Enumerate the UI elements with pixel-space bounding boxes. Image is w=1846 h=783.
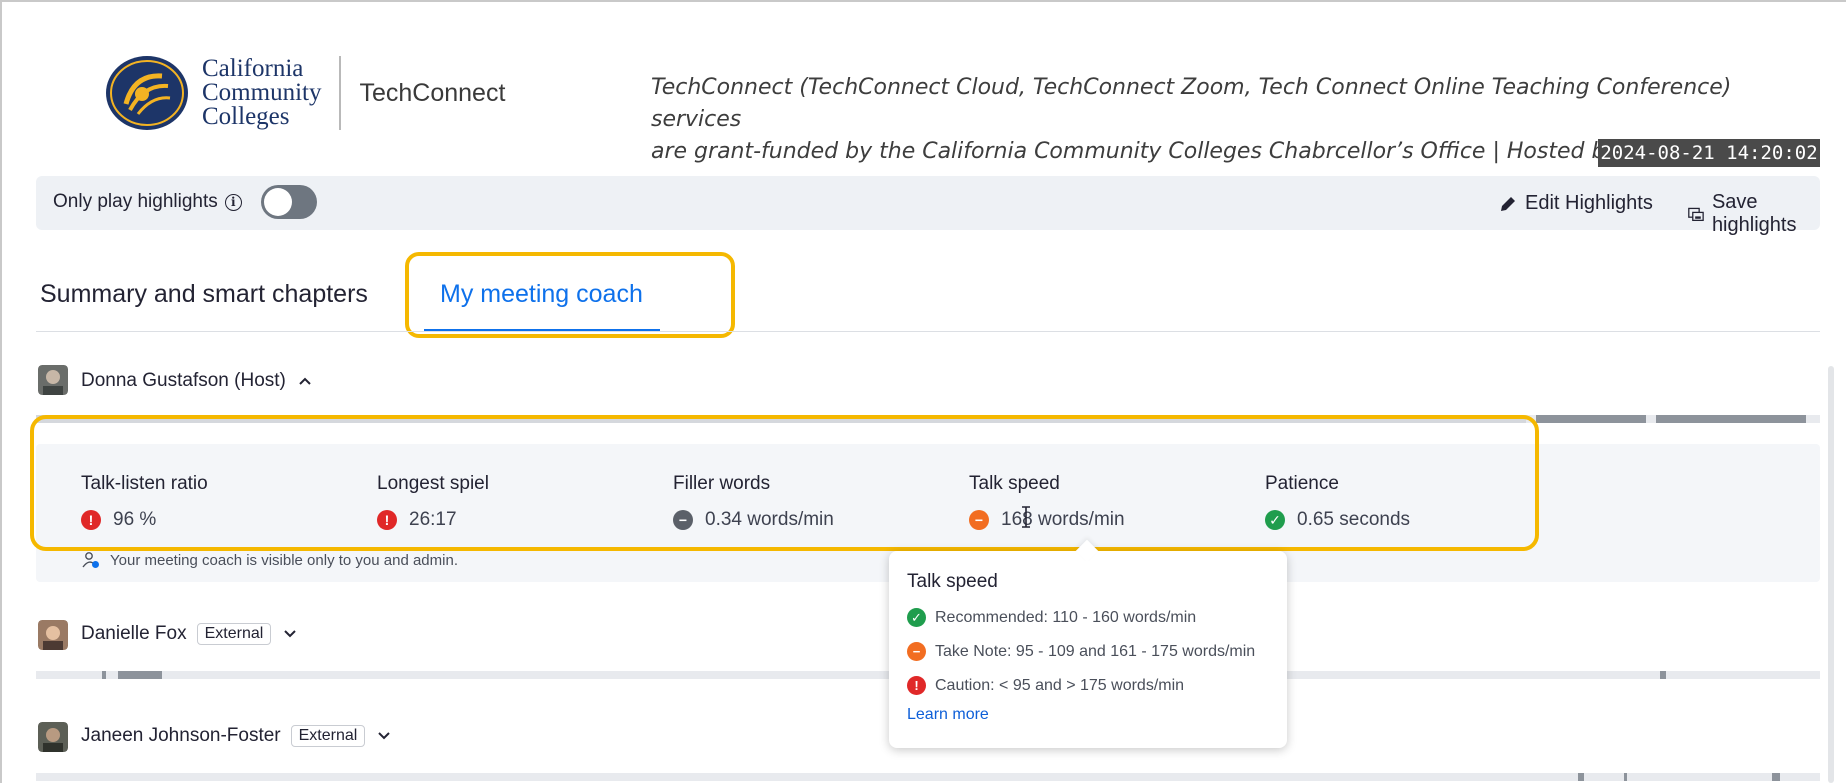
college-seal-icon [106, 56, 188, 130]
chevron-down-icon[interactable] [283, 629, 297, 639]
caution-icon: ! [377, 510, 397, 530]
metric-talk-listen-ratio: Talk-listen ratio ! 96 % [81, 473, 208, 530]
talk-speed-tooltip: Talk speed ✓ Recommended: 110 - 160 word… [889, 539, 1287, 748]
pencil-icon [1501, 196, 1515, 211]
product-name: TechConnect [359, 78, 506, 107]
avatar [38, 365, 68, 395]
coach-privacy-note: Your meeting coach is visible only to yo… [82, 551, 458, 569]
external-badge: External [196, 623, 272, 645]
participant-danielle[interactable]: Danielle Fox External [81, 623, 297, 645]
timeline-activity [1656, 415, 1806, 423]
tabs-divider [36, 331, 1820, 332]
metric-filler-words: Filler words −0.34 words/min [673, 473, 834, 530]
org-logo: California Community Colleges TechConnec… [104, 54, 505, 132]
info-icon[interactable]: i [224, 193, 242, 211]
toggle-knob [264, 188, 292, 216]
timeline-activity [102, 671, 106, 679]
timeline-activity [1536, 415, 1646, 423]
org-name: California Community Colleges [202, 55, 322, 130]
timestamp: 2024-08-21 14:20:02 [1598, 139, 1820, 167]
highlights-bar: Only play highlights i Edit Highlights S… [36, 176, 1820, 236]
avatar [38, 620, 68, 650]
text-cursor-icon [1022, 506, 1030, 528]
tooltip-title: Talk speed [907, 571, 998, 592]
neutral-icon: − [673, 510, 693, 530]
tooltip-row-take-note: − Take Note: 95 - 109 and 161 - 175 word… [907, 642, 1255, 661]
timeline-activity [1578, 773, 1584, 781]
tab-summary[interactable]: Summary and smart chapters [40, 280, 368, 309]
save-icon [1688, 207, 1704, 222]
caution-icon: ! [81, 510, 101, 530]
avatar [38, 722, 68, 752]
save-highlights-button[interactable]: Save highlights [1688, 191, 1820, 237]
only-play-highlights-toggle[interactable] [261, 185, 317, 219]
external-badge: External [290, 725, 366, 747]
only-play-highlights-label: Only play highlights i [53, 191, 242, 213]
participant-janeen[interactable]: Janeen Johnson-Foster External [81, 725, 391, 747]
chevron-up-icon[interactable] [298, 376, 312, 386]
learn-more-link[interactable]: Learn more [907, 706, 989, 724]
logo-divider [339, 56, 342, 130]
metric-talk-speed[interactable]: Talk speed −168 words/min [969, 473, 1125, 531]
caution-icon: ! [907, 676, 926, 695]
tooltip-row-recommended: ✓ Recommended: 110 - 160 words/min [907, 608, 1196, 627]
take-note-icon: − [969, 510, 989, 530]
user-privacy-icon [82, 552, 99, 568]
tab-meeting-coach[interactable]: My meeting coach [440, 280, 643, 309]
tooltip-row-caution: ! Caution: < 95 and > 175 words/min [907, 676, 1184, 695]
recommended-icon: ✓ [1265, 510, 1285, 530]
metric-longest-spiel: Longest spiel ! 26:17 [377, 473, 489, 530]
scrollbar[interactable] [1828, 366, 1834, 783]
take-note-icon: − [907, 642, 926, 661]
timeline-activity [118, 671, 162, 679]
timeline-activity [1660, 671, 1666, 679]
timeline-activity [1624, 773, 1627, 781]
participant-donna[interactable]: Donna Gustafson (Host) [81, 370, 312, 392]
edit-highlights-button[interactable]: Edit Highlights [1499, 192, 1653, 215]
chevron-down-icon[interactable] [377, 731, 391, 741]
metric-patience: Patience ✓ 0.65 seconds [1265, 473, 1411, 530]
speaker-timeline-janeen[interactable] [36, 773, 1820, 781]
recommended-icon: ✓ [907, 608, 926, 627]
timeline-activity [1772, 773, 1780, 781]
